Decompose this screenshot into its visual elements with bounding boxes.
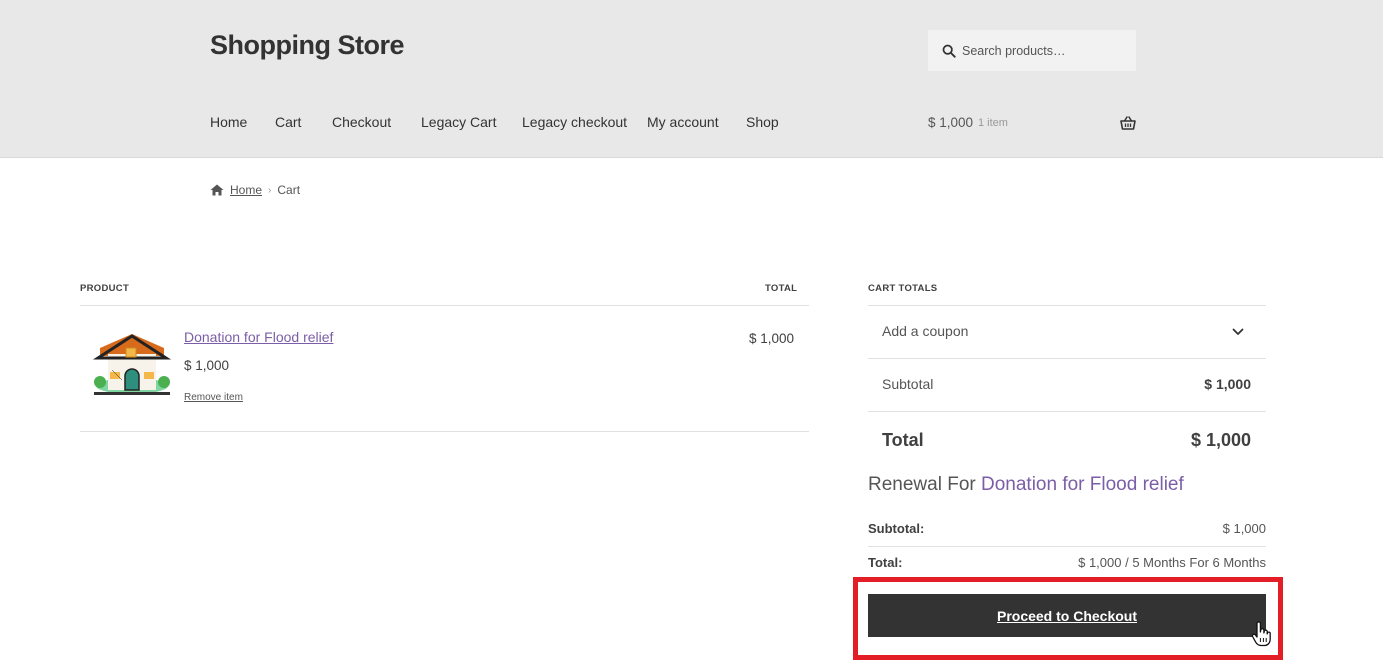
product-price: $ 1,000 xyxy=(184,358,230,373)
nav-my-account[interactable]: My account xyxy=(647,114,719,130)
totals-divider xyxy=(868,358,1266,359)
nav-shop[interactable]: Shop xyxy=(746,114,779,130)
site-title[interactable]: Shopping Store xyxy=(210,30,404,61)
coupon-label: Add a coupon xyxy=(882,323,969,339)
search-icon xyxy=(942,44,956,58)
nav-home[interactable]: Home xyxy=(210,114,247,130)
mini-cart-amount: $ 1,000 xyxy=(928,115,974,130)
breadcrumb-separator-icon: › xyxy=(268,184,272,196)
renewal-subtotal-value: $ 1,000 xyxy=(1222,521,1266,536)
nav-checkout[interactable]: Checkout xyxy=(332,114,391,130)
proceed-to-checkout-button[interactable]: Proceed to Checkout xyxy=(868,594,1266,637)
basket-icon xyxy=(1120,116,1136,130)
nav-legacy-cart[interactable]: Legacy Cart xyxy=(421,114,496,130)
coupon-toggle[interactable]: Add a coupon xyxy=(868,306,1266,358)
site-header: Shopping Store Home Cart Checkout Legacy… xyxy=(0,0,1383,158)
total-column-header: TOTAL xyxy=(765,283,798,294)
renewal-divider xyxy=(868,546,1266,547)
mini-cart[interactable]: $ 1,000 1 item xyxy=(928,115,1136,133)
search-input[interactable] xyxy=(962,43,1132,58)
mini-cart-count: 1 item xyxy=(978,117,1008,129)
subtotal-value: $ 1,000 xyxy=(1204,376,1251,392)
renewal-total-label: Total: xyxy=(868,555,903,570)
breadcrumb: Home › Cart xyxy=(210,182,300,198)
renewal-total-value: $ 1,000 / 5 Months For 6 Months xyxy=(1078,555,1266,570)
renewal-heading: Renewal For Donation for Flood relief xyxy=(868,474,1184,496)
product-column-header: PRODUCT xyxy=(80,283,130,294)
product-name-link[interactable]: Donation for Flood relief xyxy=(184,329,333,345)
hand-pointer-cursor-icon xyxy=(1251,621,1271,647)
nav-legacy-checkout[interactable]: Legacy checkout xyxy=(522,114,627,130)
row-total: $ 1,000 xyxy=(748,331,794,346)
breadcrumb-current: Cart xyxy=(277,183,301,197)
nav-cart[interactable]: Cart xyxy=(275,114,301,130)
chevron-down-icon xyxy=(1232,328,1244,335)
total-label: Total xyxy=(882,430,924,450)
breadcrumb-home-link[interactable]: Home xyxy=(230,183,262,197)
renewal-product-link[interactable]: Donation for Flood relief xyxy=(981,474,1184,495)
renewal-subtotal-label: Subtotal: xyxy=(868,521,925,536)
total-value: $ 1,000 xyxy=(1190,430,1251,450)
search-box[interactable] xyxy=(928,30,1136,71)
cart-totals-heading: CART TOTALS xyxy=(868,283,938,294)
remove-item-link[interactable]: Remove item xyxy=(184,392,243,403)
product-thumbnail-house-image[interactable] xyxy=(92,330,172,398)
subtotal-label: Subtotal xyxy=(882,376,934,392)
totals-divider xyxy=(868,411,1266,412)
renewal-prefix: Renewal For xyxy=(868,474,976,495)
table-header-divider xyxy=(80,305,809,306)
home-icon xyxy=(210,184,224,196)
table-bottom-divider xyxy=(80,431,809,432)
